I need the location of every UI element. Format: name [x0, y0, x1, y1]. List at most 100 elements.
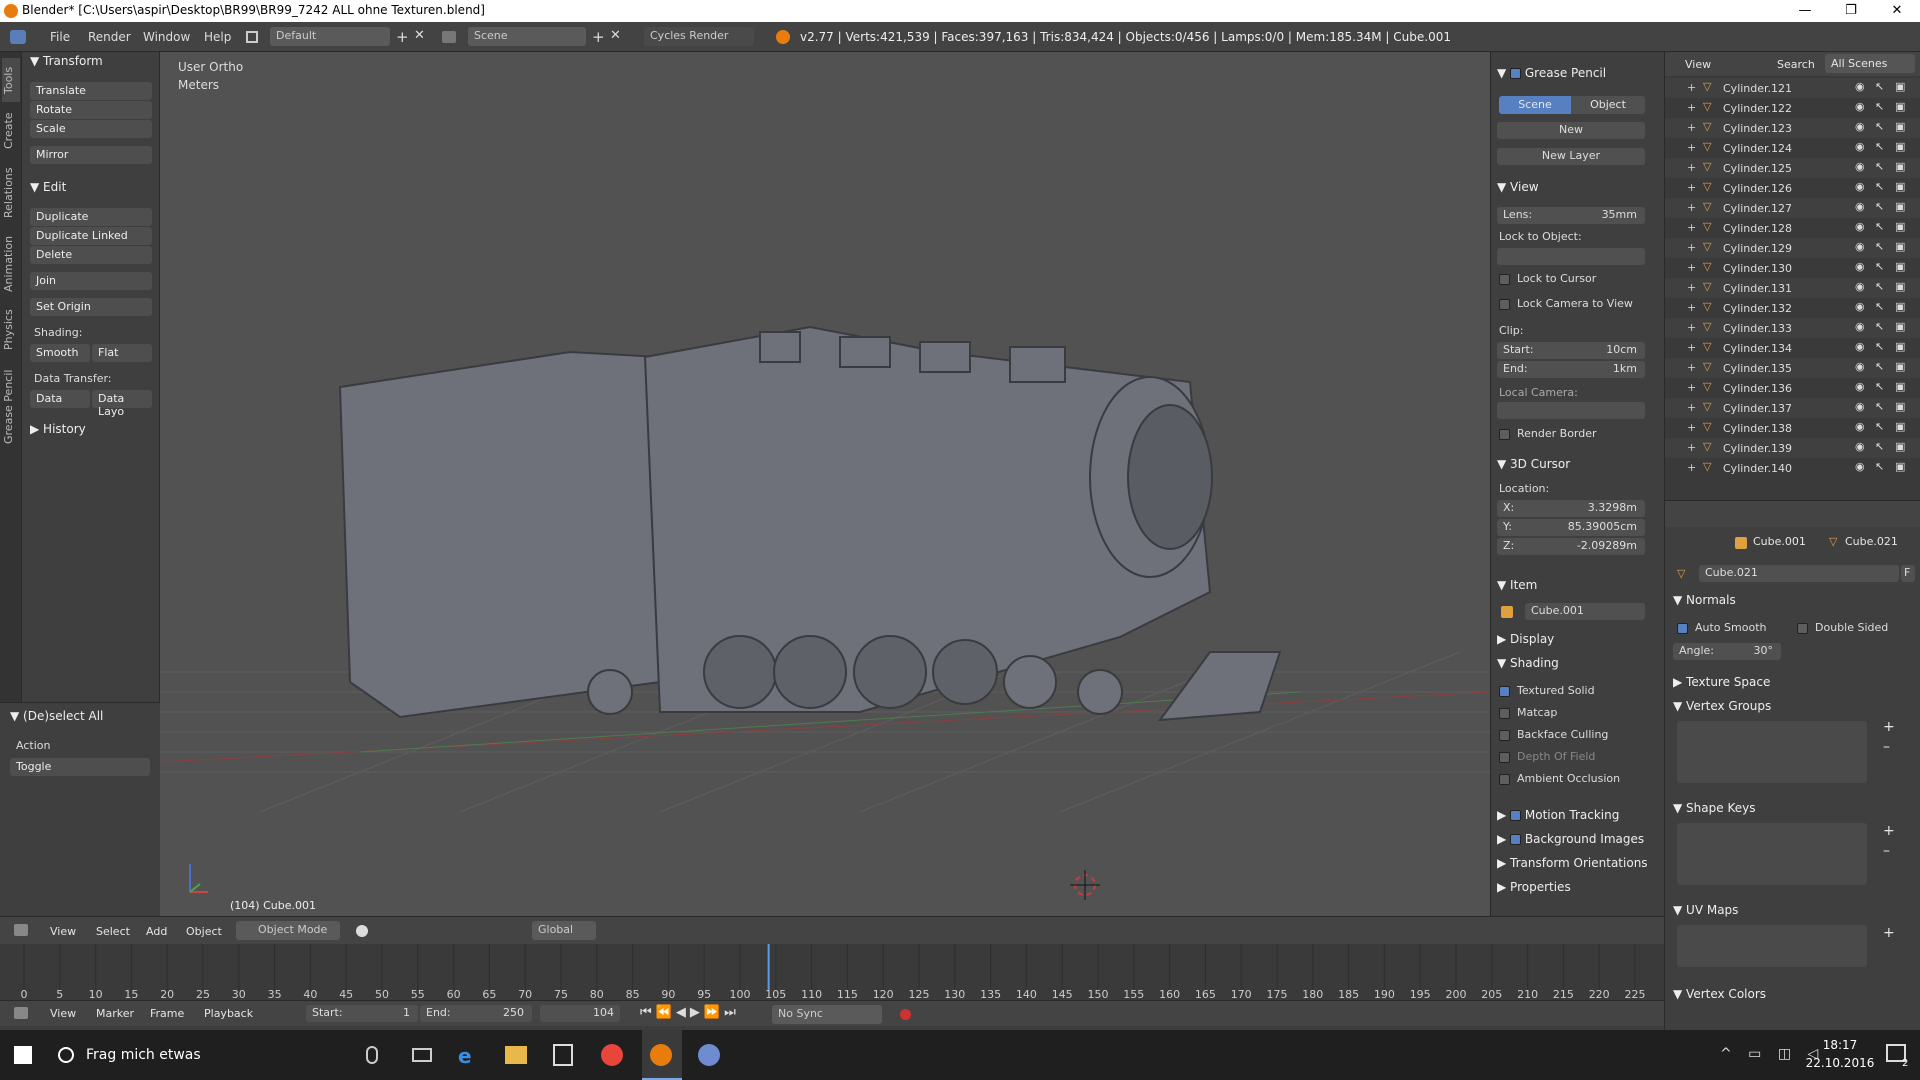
visibility-eye-icon[interactable]: ◉ — [1855, 360, 1865, 373]
expand-icon[interactable]: + — [1687, 281, 1696, 294]
clip-start-field[interactable]: Start: 10cm — [1497, 342, 1645, 359]
orientation-dropdown[interactable]: Global — [532, 921, 596, 940]
add-layout-icon[interactable]: + — [396, 28, 409, 46]
outliner-row[interactable]: + ▽ Cylinder.133 ◉ ↖ ▣ — [1665, 318, 1920, 338]
render-camera-icon[interactable]: ▣ — [1895, 440, 1905, 453]
tab-grease-pencil[interactable]: Grease Pencil — [2, 362, 20, 452]
cursor-z-field[interactable]: Z: -2.09289m — [1497, 538, 1645, 555]
render-camera-icon[interactable]: ▣ — [1895, 380, 1905, 393]
render-camera-icon[interactable]: ▣ — [1895, 220, 1905, 233]
store-icon[interactable] — [553, 1044, 573, 1066]
outliner-row[interactable]: + ▽ Cylinder.139 ◉ ↖ ▣ — [1665, 438, 1920, 458]
visibility-eye-icon[interactable]: ◉ — [1855, 440, 1865, 453]
visibility-eye-icon[interactable]: ◉ — [1855, 120, 1865, 133]
info-editor-icon[interactable] — [10, 30, 26, 44]
transform-orient-header[interactable]: ▶ Transform Orientations — [1497, 856, 1648, 870]
outliner-row[interactable]: + ▽ Cylinder.126 ◉ ↖ ▣ — [1665, 178, 1920, 198]
render-engine-dropdown[interactable]: Cycles Render — [644, 27, 754, 46]
microphone-icon[interactable] — [366, 1046, 378, 1064]
grease-pencil-header[interactable]: ▼ Grease Pencil — [1497, 66, 1606, 80]
render-camera-icon[interactable]: ▣ — [1895, 180, 1905, 193]
lens-field[interactable]: Lens: 35mm — [1497, 207, 1645, 224]
clip-end-field[interactable]: End: 1km — [1497, 361, 1645, 378]
visibility-eye-icon[interactable]: ◉ — [1855, 400, 1865, 413]
outliner-search-menu[interactable]: Search — [1777, 58, 1815, 71]
outliner-row[interactable]: + ▽ Cylinder.129 ◉ ↖ ▣ — [1665, 238, 1920, 258]
panel-history-header[interactable]: ▶ History — [30, 422, 86, 436]
data-layout-button[interactable]: Data Layo — [92, 390, 152, 418]
matcap-checkbox[interactable] — [1499, 708, 1510, 719]
close-button[interactable]: ✕ — [1874, 0, 1920, 22]
timeline-view-menu[interactable]: View — [50, 1007, 76, 1020]
add-scene-icon[interactable]: + — [592, 28, 605, 46]
visibility-eye-icon[interactable]: ◉ — [1855, 260, 1865, 273]
outliner-row[interactable]: + ▽ Cylinder.128 ◉ ↖ ▣ — [1665, 218, 1920, 238]
layout-icon[interactable] — [246, 31, 258, 43]
join-button[interactable]: Join — [30, 272, 152, 290]
select-arrow-icon[interactable]: ↖ — [1875, 380, 1884, 393]
outliner-row[interactable]: + ▽ Cylinder.137 ◉ ↖ ▣ — [1665, 398, 1920, 418]
render-camera-icon[interactable]: ▣ — [1895, 460, 1905, 473]
backface-checkbox[interactable] — [1499, 730, 1510, 741]
menu-file[interactable]: File — [50, 30, 70, 44]
playback-controls[interactable]: ⏮⏪◀▶⏩⏭ — [640, 1005, 740, 1020]
visibility-eye-icon[interactable]: ◉ — [1855, 140, 1865, 153]
normals-header[interactable]: ▼ Normals — [1673, 593, 1736, 607]
mode-dropdown[interactable]: Object Mode — [236, 921, 340, 940]
remove-vertex-group-icon[interactable]: – — [1883, 739, 1890, 755]
visibility-eye-icon[interactable]: ◉ — [1855, 80, 1865, 93]
tab-physics[interactable]: Physics — [2, 302, 20, 358]
duplicate-linked-button[interactable]: Duplicate Linked — [30, 227, 152, 245]
select-arrow-icon[interactable]: ↖ — [1875, 100, 1884, 113]
new-layer-button[interactable]: New Layer — [1497, 148, 1645, 165]
editor-type-icon[interactable] — [14, 924, 28, 936]
clock-date[interactable]: 22.10.2016 — [1802, 1056, 1878, 1070]
visibility-eye-icon[interactable]: ◉ — [1855, 340, 1865, 353]
outliner-row[interactable]: + ▽ Cylinder.127 ◉ ↖ ▣ — [1665, 198, 1920, 218]
texture-space-header[interactable]: ▶ Texture Space — [1673, 675, 1770, 689]
visibility-eye-icon[interactable]: ◉ — [1855, 100, 1865, 113]
outliner-row[interactable]: + ▽ Cylinder.140 ◉ ↖ ▣ — [1665, 458, 1920, 478]
expand-icon[interactable]: + — [1687, 341, 1696, 354]
outliner-row[interactable]: + ▽ Cylinder.138 ◉ ↖ ▣ — [1665, 418, 1920, 438]
tab-animation[interactable]: Animation — [2, 230, 20, 298]
render-camera-icon[interactable]: ▣ — [1895, 140, 1905, 153]
cursor-y-field[interactable]: Y: 85.39005cm — [1497, 519, 1645, 536]
outliner-view-menu[interactable]: View — [1685, 58, 1711, 71]
view-panel-header[interactable]: ▼ View — [1497, 180, 1539, 194]
smooth-button[interactable]: Smooth — [30, 344, 90, 362]
delete-button[interactable]: Delete — [30, 246, 152, 264]
chrome-icon[interactable] — [601, 1044, 623, 1066]
vertex-colors-header[interactable]: ▼ Vertex Colors — [1673, 987, 1766, 1001]
outliner-row[interactable]: + ▽ Cylinder.123 ◉ ↖ ▣ — [1665, 118, 1920, 138]
windows-start-icon[interactable] — [14, 1046, 32, 1064]
render-camera-icon[interactable]: ▣ — [1895, 80, 1905, 93]
visibility-eye-icon[interactable]: ◉ — [1855, 420, 1865, 433]
select-arrow-icon[interactable]: ↖ — [1875, 280, 1884, 293]
outliner-row[interactable]: + ▽ Cylinder.125 ◉ ↖ ▣ — [1665, 158, 1920, 178]
render-camera-icon[interactable]: ▣ — [1895, 120, 1905, 133]
timeline[interactable]: 0 5 10 15 20 25 30 35 40 45 50 55 60 65 70 75 80 85 90 95 10… — [0, 944, 1664, 1000]
textured-solid-checkbox[interactable] — [1499, 686, 1510, 697]
select-arrow-icon[interactable]: ↖ — [1875, 400, 1884, 413]
outliner-row[interactable]: + ▽ Cylinder.135 ◉ ↖ ▣ — [1665, 358, 1920, 378]
add-shape-key-icon[interactable]: + — [1883, 823, 1895, 839]
action-dropdown[interactable]: Toggle — [10, 758, 150, 776]
uv-maps-list[interactable] — [1677, 925, 1867, 967]
expand-icon[interactable]: + — [1687, 81, 1696, 94]
vertex-groups-header[interactable]: ▼ Vertex Groups — [1673, 699, 1771, 713]
minimize-button[interactable]: — — [1782, 0, 1828, 22]
current-frame-field[interactable]: 104 — [540, 1005, 620, 1022]
task-view-icon[interactable] — [412, 1048, 432, 1062]
select-arrow-icon[interactable]: ↖ — [1875, 240, 1884, 253]
add-uv-map-icon[interactable]: + — [1883, 925, 1895, 941]
outliner-row[interactable]: + ▽ Cylinder.136 ◉ ↖ ▣ — [1665, 378, 1920, 398]
cursor-x-field[interactable]: X: 3.3298m — [1497, 500, 1645, 517]
render-camera-icon[interactable]: ▣ — [1895, 280, 1905, 293]
expand-icon[interactable]: + — [1687, 141, 1696, 154]
grease-object-button[interactable]: Object — [1571, 96, 1645, 114]
sync-dropdown[interactable]: No Sync — [772, 1005, 882, 1024]
bg-images-toggle[interactable] — [1510, 834, 1522, 845]
end-frame-field[interactable]: End: 250 — [420, 1005, 532, 1022]
tab-relations[interactable]: Relations — [2, 162, 20, 224]
